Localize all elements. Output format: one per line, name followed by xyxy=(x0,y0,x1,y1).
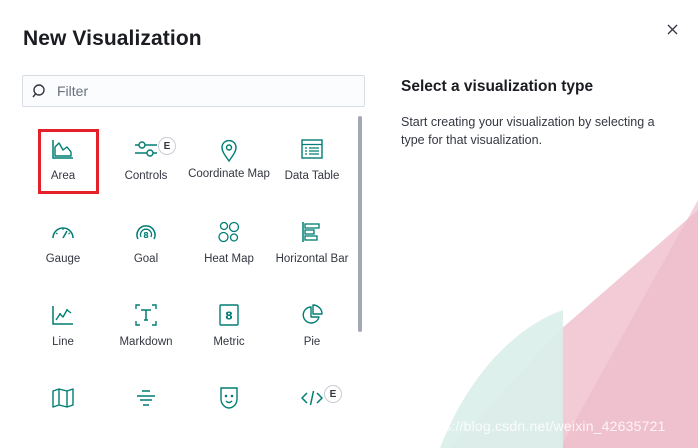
markdown-icon xyxy=(133,302,159,328)
timeline-icon xyxy=(216,385,242,411)
tile-label: Goal xyxy=(133,253,159,265)
line-chart-icon xyxy=(50,302,76,328)
horizontal-bar-icon xyxy=(299,219,325,245)
region-map-icon xyxy=(50,385,76,411)
tile-coordinate-map[interactable]: Coordinate Map xyxy=(188,116,270,198)
tile-label: Pie xyxy=(303,336,321,348)
tile-label: Markdown xyxy=(119,336,173,348)
grid-scrollbar[interactable] xyxy=(357,116,363,448)
tile-tag-cloud[interactable] xyxy=(105,365,187,447)
side-panel-title: Select a visualization type xyxy=(401,78,594,95)
experimental-badge: E xyxy=(324,385,342,403)
metric-icon: 8 xyxy=(216,302,242,328)
tile-data-table[interactable]: Data Table xyxy=(271,116,353,198)
tile-label: Horizontal Bar xyxy=(275,253,349,265)
filter-input[interactable] xyxy=(57,83,347,99)
controls-sliders-icon xyxy=(133,136,159,162)
pie-chart-icon xyxy=(299,302,325,328)
tile-horizontal-bar[interactable]: Horizontal Bar xyxy=(271,199,353,281)
data-table-icon xyxy=(299,136,325,162)
tile-goal[interactable]: 8 Goal xyxy=(105,199,187,281)
modal-title: New Visualization xyxy=(23,27,202,50)
tile-markdown[interactable]: Markdown xyxy=(105,282,187,364)
search-icon xyxy=(32,83,48,99)
visualization-type-grid: Area Controls E Coordinate Map Data Tabl… xyxy=(22,116,357,448)
tile-metric[interactable]: 8 Metric xyxy=(188,282,270,364)
tile-gauge[interactable]: Gauge xyxy=(22,199,104,281)
tile-code[interactable] xyxy=(271,365,353,447)
filter-field[interactable] xyxy=(22,75,365,107)
tile-heat-map[interactable]: Heat Map xyxy=(188,199,270,281)
experimental-badge: E xyxy=(158,137,176,155)
tile-timeline[interactable] xyxy=(188,365,270,447)
watermark-text: https://blog.csdn.net/weixin_42635721 xyxy=(420,418,666,434)
new-visualization-modal: New Visualization Area Controls xyxy=(0,0,698,448)
tile-label: Heat Map xyxy=(204,253,254,265)
tile-label: Gauge xyxy=(45,253,81,265)
side-panel-description: Start creating your visualization by sel… xyxy=(401,115,655,147)
heatmap-icon xyxy=(216,219,242,245)
tag-cloud-icon xyxy=(133,385,159,411)
tile-line[interactable]: Line xyxy=(22,282,104,364)
tile-region-map[interactable] xyxy=(22,365,104,447)
map-pin-icon xyxy=(216,138,242,164)
svg-text:8: 8 xyxy=(225,310,233,323)
gauge-icon xyxy=(50,219,76,245)
tile-label: Area xyxy=(50,170,76,182)
tile-controls[interactable]: Controls xyxy=(105,116,187,198)
tile-area[interactable]: Area xyxy=(22,116,104,198)
tile-label: Coordinate Map xyxy=(188,168,270,180)
svg-text:8: 8 xyxy=(143,231,149,240)
area-chart-icon xyxy=(50,136,76,162)
tile-label: Line xyxy=(52,336,74,348)
tile-label: Metric xyxy=(213,336,245,348)
close-icon xyxy=(667,24,677,34)
tile-pie[interactable]: Pie xyxy=(271,282,353,364)
scrollbar-thumb[interactable] xyxy=(358,116,362,332)
close-button[interactable] xyxy=(662,19,682,39)
tile-label: Data Table xyxy=(284,170,340,182)
tile-label: Controls xyxy=(124,170,168,182)
goal-icon: 8 xyxy=(133,219,159,245)
code-icon xyxy=(299,385,325,411)
